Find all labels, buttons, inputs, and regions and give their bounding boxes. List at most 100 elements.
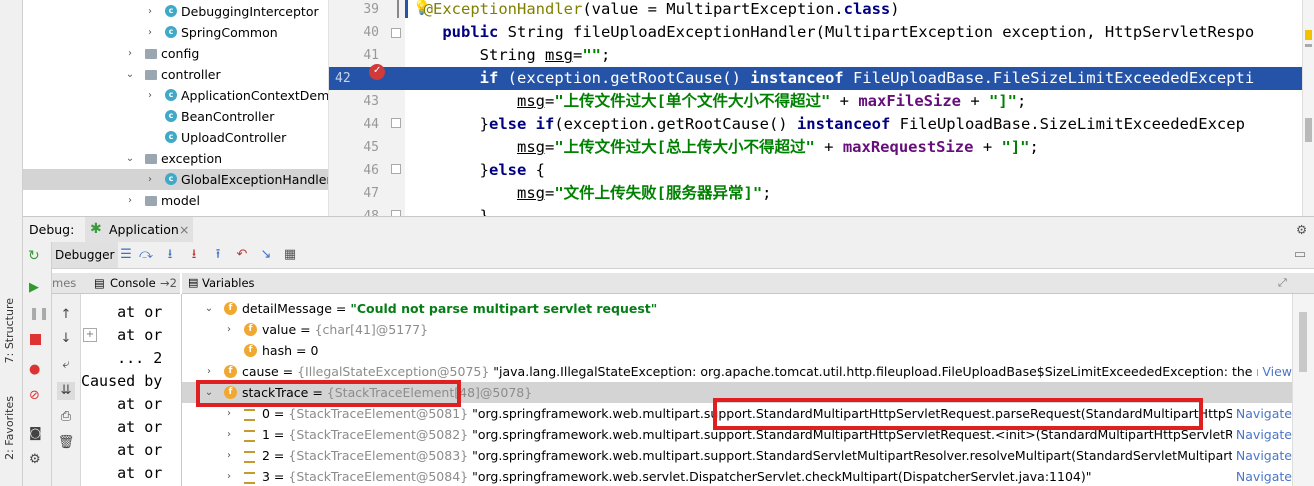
- code-editor[interactable]: 💡 @ExceptionHandler(value = MultipartExc…: [405, 0, 1302, 216]
- print-icon[interactable]: ⎙: [57, 408, 75, 426]
- expand-arrow-icon[interactable]: ›: [145, 1, 155, 22]
- bug-icon: ✱: [90, 221, 102, 237]
- navigate-link[interactable]: Navigate: [1231, 445, 1292, 466]
- tree-node-label: BeanController: [181, 109, 275, 124]
- favorites-tool-tab[interactable]: 2: Favorites: [3, 396, 16, 460]
- console-line: at or: [81, 395, 163, 413]
- resume-icon[interactable]: ▶: [29, 280, 39, 295]
- run-config-tab[interactable]: Application: [109, 217, 179, 242]
- expand-arrow-icon[interactable]: ›: [145, 169, 155, 190]
- variable-row[interactable]: f hash = 0: [182, 340, 1292, 361]
- expand-arrow-icon[interactable]: ›: [204, 361, 214, 382]
- variable-row[interactable]: › f value = {char[41]@5177}: [182, 319, 1292, 340]
- variable-value: "Could not parse multipart servlet reque…: [350, 301, 658, 316]
- variable-text: cause = {IllegalStateException@5075} "ja…: [242, 361, 1292, 382]
- variables-icon: ▤: [188, 276, 199, 289]
- mute-breakpoints-icon[interactable]: ⊘: [29, 388, 40, 403]
- force-step-into-icon[interactable]: ⭳: [185, 246, 203, 264]
- step-over-icon[interactable]: ⤼: [137, 246, 155, 264]
- breakpoint-icon[interactable]: ✓: [369, 64, 385, 80]
- navigate-link[interactable]: Navigate: [1231, 403, 1292, 424]
- expand-arrow-icon[interactable]: ⌄: [125, 148, 135, 169]
- expand-stack-icon[interactable]: +: [83, 328, 97, 342]
- expand-arrow-icon[interactable]: ›: [125, 43, 135, 64]
- fold-icon[interactable]: [391, 118, 401, 128]
- tree-node[interactable]: c BeanController: [23, 106, 328, 127]
- frames-icon[interactable]: ☰: [117, 246, 135, 264]
- close-tab-icon[interactable]: ×: [179, 217, 189, 242]
- console-tab[interactable]: Console: [110, 273, 156, 293]
- code-line-47: msg="文件上传失败[服务器异常]";: [516, 184, 772, 202]
- console-output[interactable]: at or at or ... 2 Caused by at or at or a…: [81, 294, 182, 486]
- navigate-link[interactable]: Navigate: [1231, 466, 1292, 486]
- clear-icon[interactable]: 🗑: [57, 434, 75, 452]
- tree-node[interactable]: ⌄ controller: [23, 64, 328, 85]
- structure-tool-tab[interactable]: 7: Structure: [3, 298, 16, 363]
- tree-node[interactable]: ⌄ exception: [23, 148, 328, 169]
- tree-node[interactable]: › c GlobalExceptionHandler: [23, 169, 328, 190]
- variable-row[interactable]: ⌄ f detailMessage = "Could not parse multi…: [182, 298, 1292, 319]
- editor-scrollbar[interactable]: [1302, 0, 1314, 216]
- evaluate-icon[interactable]: ▦: [281, 246, 299, 264]
- frames-tab[interactable]: mes: [52, 273, 88, 293]
- variable-equals: =: [292, 343, 311, 358]
- tree-node-label: config: [161, 46, 200, 61]
- variable-value: 0: [310, 343, 319, 358]
- expand-arrow-icon[interactable]: ›: [145, 22, 155, 43]
- variable-row[interactable]: › f cause = {IllegalStateException@5075} "…: [182, 361, 1292, 382]
- expand-icon[interactable]: ⤢: [1278, 273, 1287, 293]
- expand-arrow-icon[interactable]: ›: [145, 85, 155, 106]
- console-tab-suffix: →2: [160, 276, 177, 290]
- scroll-to-end-icon[interactable]: ⇊: [57, 382, 75, 400]
- tree-node[interactable]: › c ApplicationContextDemo: [23, 85, 328, 106]
- tree-node[interactable]: › c SpringCommon: [23, 22, 328, 43]
- settings-icon[interactable]: ⚙: [29, 452, 41, 467]
- tree-node[interactable]: › c DebuggingInterceptor: [23, 1, 328, 22]
- variable-text: 2 = {StackTraceElement@5083} "org.spring…: [262, 445, 1292, 466]
- expand-arrow-icon[interactable]: ›: [224, 466, 234, 486]
- field-icon: f: [244, 323, 257, 336]
- tree-node-label: GlobalExceptionHandler: [181, 172, 329, 187]
- code-line-40: public String fileUploadExceptionHandler…: [442, 23, 1255, 41]
- folder-icon: [145, 49, 157, 59]
- tree-node[interactable]: › config: [23, 43, 328, 64]
- tree-node[interactable]: › model: [23, 190, 328, 211]
- expand-arrow-icon[interactable]: ›: [224, 445, 234, 466]
- variable-row[interactable]: › 3 = {StackTraceElement@5084} "org.sprin…: [182, 466, 1292, 486]
- fold-icon[interactable]: [391, 164, 401, 174]
- variable-type: {StackTraceElement@5084}: [288, 469, 473, 484]
- code-line-42-current: if (exception.getRootCause() instanceof …: [405, 67, 1302, 90]
- drop-frame-icon[interactable]: ↶: [233, 246, 251, 264]
- variable-row[interactable]: › 2 = {StackTraceElement@5083} "org.sprin…: [182, 445, 1292, 466]
- tree-node[interactable]: c UploadController: [23, 127, 328, 148]
- expand-arrow-icon[interactable]: ›: [125, 190, 135, 211]
- navigate-link[interactable]: Navigate: [1231, 424, 1292, 445]
- layout-icon[interactable]: ▭: [1291, 246, 1309, 264]
- pause-icon[interactable]: ❚❚: [29, 306, 49, 320]
- expand-arrow-icon[interactable]: ⌄: [125, 64, 135, 85]
- stop-icon[interactable]: [30, 334, 41, 345]
- variables-tab[interactable]: Variables: [202, 273, 255, 293]
- expand-arrow-icon[interactable]: ›: [224, 424, 234, 445]
- variable-name: 2: [262, 448, 270, 463]
- gear-icon[interactable]: ⚙: [1296, 217, 1307, 242]
- step-into-icon[interactable]: ⭳: [161, 246, 179, 264]
- fold-icon[interactable]: [391, 28, 401, 38]
- down-arrow-icon[interactable]: ↓: [57, 330, 75, 348]
- variables-scrollbar[interactable]: [1292, 294, 1314, 486]
- expand-arrow-icon[interactable]: ⌄: [204, 298, 214, 319]
- line-number: 39: [363, 2, 379, 17]
- debugger-tab[interactable]: Debugger: [51, 242, 119, 268]
- view-breakpoints-icon[interactable]: ●: [29, 362, 40, 377]
- camera-icon[interactable]: ◙: [29, 426, 42, 441]
- up-arrow-icon[interactable]: ↑: [57, 306, 75, 324]
- step-out-icon[interactable]: ⭱: [209, 246, 227, 264]
- rerun-icon[interactable]: ↻: [28, 248, 40, 264]
- run-to-cursor-icon[interactable]: ↘: [257, 246, 275, 264]
- variable-value: "org.springframework.web.servlet.Dispatc…: [472, 469, 1092, 484]
- console-tabbar: mes ▤ Console →2: [52, 273, 180, 294]
- view-link[interactable]: View: [1258, 361, 1292, 382]
- soft-wrap-icon[interactable]: ⤶: [57, 356, 75, 374]
- expand-arrow-icon[interactable]: ›: [224, 319, 234, 340]
- variable-type: {char[41]@5177}: [314, 322, 429, 337]
